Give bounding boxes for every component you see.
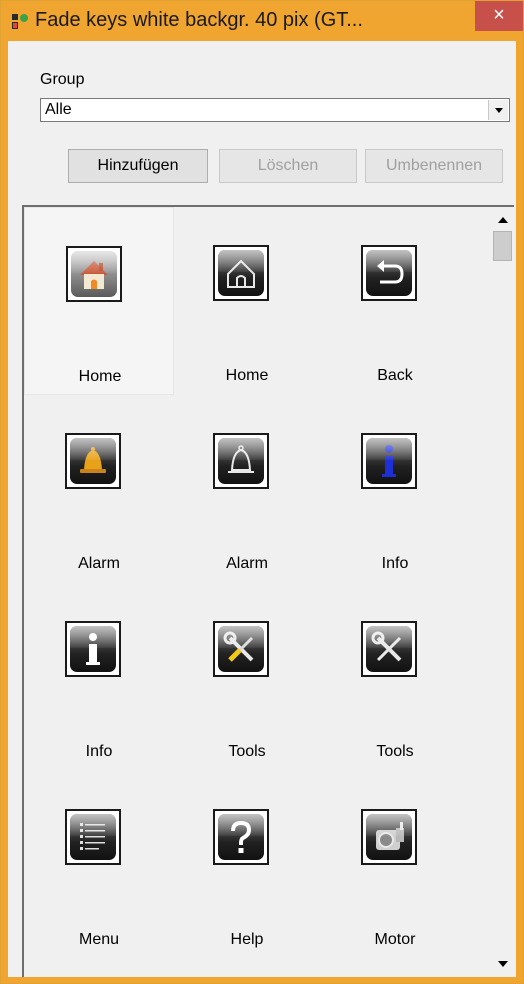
key-tile-alarm[interactable]: Alarm [172,395,322,583]
tile-label: Alarm [226,555,268,572]
rename-button[interactable]: Umbenennen [365,149,503,183]
tools-color-icon [213,621,269,677]
chevron-up-icon [498,217,508,223]
tile-label: Help [230,931,264,948]
bell-outline-icon [213,433,269,489]
key-tile-home[interactable]: Home [172,207,322,395]
title-bar[interactable]: Fade keys white backgr. 40 pix (GT... × [1,1,523,41]
home-outline-icon [213,245,269,301]
tile-label: Home [225,367,269,384]
key-tile-home[interactable]: Home [24,207,174,395]
chevron-down-icon [495,108,503,113]
tile-label: Menu [78,931,120,948]
window-title: Fade keys white backgr. 40 pix (GT... [35,9,363,31]
key-tile-motor[interactable]: Motor [320,771,470,959]
delete-button[interactable]: Löschen [219,149,357,183]
key-gallery: Home Home Back Alarm Alarm Info Info Too… [22,205,514,977]
tile-label: Alarm [78,555,120,572]
scroll-thumb[interactable] [493,231,512,261]
group-select[interactable]: Alle [40,98,510,122]
key-tile-help[interactable]: Help [172,771,322,959]
menu-list-icon [65,809,121,865]
back-arrow-icon [361,245,417,301]
tile-label: Tools [228,743,266,760]
client-area: Group Alle Hinzufügen Löschen Umbenennen [8,41,516,977]
add-button[interactable]: Hinzufügen [68,149,208,183]
key-tile-alarm[interactable]: Alarm [24,395,174,583]
home-color-icon [66,246,122,302]
app-icon [11,13,29,31]
tile-label: Tools [376,743,414,760]
help-question-icon [213,809,269,865]
key-tile-tools[interactable]: Tools [172,583,322,771]
key-tile-info[interactable]: Info [320,395,470,583]
app-window: Fade keys white backgr. 40 pix (GT... × … [0,0,524,984]
group-label: Group [40,71,85,88]
motor-icon [361,809,417,865]
tile-label: Back [377,367,413,384]
close-icon: × [493,4,505,26]
scroll-down-button[interactable] [493,953,513,975]
key-tile-info[interactable]: Info [24,583,174,771]
chevron-down-icon [498,961,508,967]
key-tile-tools[interactable]: Tools [320,583,470,771]
scroll-up-button[interactable] [493,209,513,231]
info-blue-icon [361,433,417,489]
tools-outline-icon [361,621,417,677]
tile-label: Motor [374,931,416,948]
key-tile-menu[interactable]: Menu [24,771,174,959]
close-button[interactable]: × [475,1,523,31]
tile-label: Home [78,368,122,385]
bell-color-icon [65,433,121,489]
tile-label: Info [381,555,409,572]
key-tile-back[interactable]: Back [320,207,470,395]
vertical-scrollbar[interactable] [492,207,514,977]
tile-label: Info [85,743,113,760]
dropdown-arrow-button[interactable] [488,100,508,120]
group-select-value: Alle [45,101,72,118]
info-white-icon [65,621,121,677]
